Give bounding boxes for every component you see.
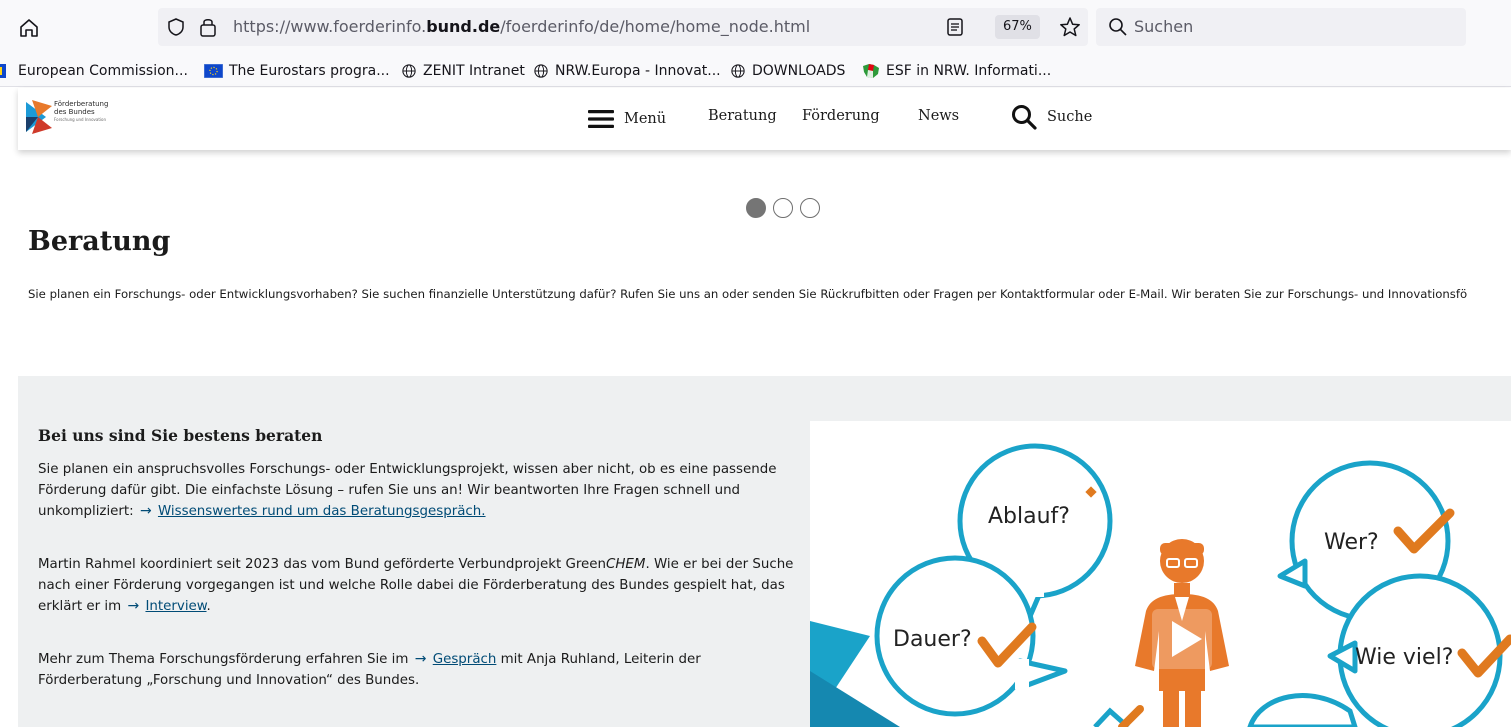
browser-search-box[interactable]: Suchen [1096, 8, 1466, 46]
menu-label: Menü [624, 111, 667, 127]
url-text[interactable]: https://www.foerderinfo.bund.de/foerderi… [233, 17, 810, 36]
logo-text: Förderberatung des Bundes Forschung und … [54, 100, 109, 122]
paragraph-beratung: Sie planen ein anspruchsvolles Forschung… [38, 459, 798, 522]
carousel-dot-3[interactable] [800, 198, 820, 218]
bookmark-zenit-intranet[interactable]: ZENIT Intranet [401, 61, 525, 81]
arrow-right-icon: → [139, 503, 152, 519]
carousel-pagination [746, 198, 820, 218]
intro-text: Sie planen ein Forschungs- oder Entwickl… [28, 287, 1468, 301]
video-player[interactable]: Ablauf? Wer? Dauer? Wie viel? [810, 421, 1511, 727]
zoom-level-button[interactable]: 67% [995, 15, 1040, 39]
site-logo[interactable]: Förderberatung des Bundes Forschung und … [26, 100, 146, 136]
nav-beratung[interactable]: Beratung [708, 108, 777, 124]
bubble-label: Dauer? [893, 627, 972, 652]
browser-toolbar: https://www.foerderinfo.bund.de/foerderi… [0, 0, 1511, 55]
section-title: Bei uns sind Sie bestens beraten [38, 426, 323, 445]
site-header: Förderberatung des Bundes Forschung und … [18, 88, 1511, 150]
search-label: Suche [1047, 109, 1093, 125]
globe-icon [534, 64, 548, 78]
bookmark-eurostars[interactable]: The Eurostars progra... [204, 61, 390, 81]
logo-mark-icon [26, 100, 52, 134]
home-icon[interactable] [18, 17, 40, 39]
carousel-dot-1[interactable] [746, 198, 766, 218]
search-icon [1109, 18, 1127, 36]
arrow-right-icon: → [414, 651, 427, 667]
paragraph-gespraech: Mehr zum Thema Forschungsförderung erfah… [38, 651, 701, 688]
paragraph-interview: Martin Rahmel koordiniert seit 2023 das … [38, 554, 798, 617]
site-search-button[interactable]: Suche [1011, 104, 1092, 130]
bookmarks-bar: European Commission... The Eurostars pro… [0, 55, 1511, 87]
eu-flag-icon [204, 64, 223, 78]
globe-icon [731, 64, 745, 78]
link-wissenswertes[interactable]: Wissenswertes rund um das Beratungsgespr… [158, 504, 486, 519]
address-bar[interactable]: https://www.foerderinfo.bund.de/foerderi… [158, 8, 1088, 46]
search-icon [1012, 105, 1037, 130]
carousel-dot-2[interactable] [773, 198, 793, 218]
bookmark-european-commission[interactable]: European Commission... [0, 61, 188, 81]
menu-button[interactable]: Menü [588, 106, 666, 132]
video-thumbnail: Ablauf? Wer? Dauer? Wie viel? [810, 443, 1511, 727]
bookmark-label: ESF in NRW. Informati... [886, 63, 1052, 79]
nav-news[interactable]: News [918, 108, 959, 124]
page-title: Beratung [28, 226, 171, 257]
link-gespraech[interactable]: Gespräch [433, 652, 497, 667]
bookmark-label: European Commission... [18, 63, 188, 79]
nav-foerderung[interactable]: Förderung [802, 108, 880, 124]
bookmark-nrw-europa[interactable]: NRW.Europa - Innovat... [533, 61, 721, 81]
bubble-label: Wer? [1324, 530, 1379, 555]
tracking-shield-icon[interactable] [166, 17, 186, 37]
bookmark-downloads[interactable]: DOWNLOADS [730, 61, 845, 81]
globe-icon [402, 64, 416, 78]
search-placeholder: Suchen [1134, 17, 1194, 36]
bubble-label: Ablauf? [988, 504, 1070, 529]
bookmark-esf-nrw[interactable]: ESF in NRW. Informati... [862, 61, 1051, 81]
eu-icon [0, 64, 6, 78]
lock-icon[interactable] [198, 16, 218, 38]
bookmark-label: The Eurostars progra... [229, 63, 390, 79]
bookmark-star-icon[interactable] [1059, 16, 1081, 38]
bubble-label: Wie viel? [1355, 645, 1453, 670]
bookmark-label: DOWNLOADS [752, 63, 846, 79]
bookmark-label: NRW.Europa - Innovat... [555, 63, 721, 79]
reader-view-icon[interactable] [945, 17, 965, 37]
arrow-right-icon: → [127, 598, 140, 614]
play-icon[interactable] [1152, 609, 1212, 669]
bookmark-label: ZENIT Intranet [423, 63, 525, 79]
link-interview[interactable]: Interview [145, 599, 206, 614]
nrw-icon [863, 64, 879, 78]
hamburger-icon [588, 110, 614, 128]
